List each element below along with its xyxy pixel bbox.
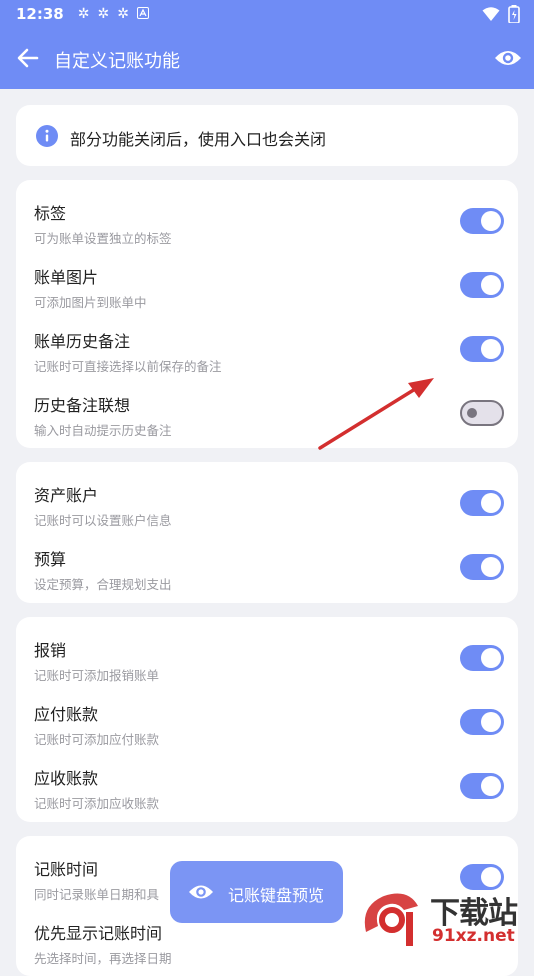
watermark-logo: [364, 893, 418, 946]
setting-title: 预算: [34, 550, 67, 569]
toggle-knob: [481, 211, 501, 231]
setting-subtitle: 记账时可直接选择以前保存的备注: [34, 359, 222, 374]
toggle-switch-on[interactable]: [460, 773, 504, 799]
setting-title: 标签: [34, 204, 67, 223]
status-bar: 12:38 ✲ ✲ ✲: [0, 0, 534, 28]
setting-row-payables[interactable]: 应付账款 记账时可添加应付账款: [16, 687, 518, 751]
gear-icon: ✲: [97, 6, 110, 22]
setting-subtitle: 记账时可添加报销账单: [34, 668, 160, 683]
eye-icon: [189, 885, 213, 899]
setting-title: 历史备注联想: [34, 396, 131, 415]
toggle-switch-off[interactable]: [460, 400, 504, 426]
toggle-knob: [481, 648, 501, 668]
status-time: 12:38: [16, 5, 64, 23]
setting-subtitle: 输入时自动提示历史备注: [34, 423, 172, 438]
watermark-url: 91xz.net: [432, 926, 515, 946]
app-bar: 自定义记账功能: [0, 28, 534, 89]
setting-row-receivables[interactable]: 应收账款 记账时可添加应收账款: [16, 751, 518, 815]
status-right-icons: [482, 5, 520, 23]
setting-subtitle: 先选择时间，再选择日期: [34, 951, 172, 966]
site-watermark: 下载站 91xz.net: [356, 886, 534, 950]
setting-title: 资产账户: [34, 486, 99, 505]
battery-icon: [508, 5, 520, 23]
setting-title: 记账时间: [34, 860, 99, 879]
wifi-icon: [482, 7, 500, 21]
setting-title: 优先显示记账时间: [34, 924, 163, 943]
a-icon: [136, 6, 149, 22]
toggle-switch-on[interactable]: [460, 272, 504, 298]
page-title: 自定义记账功能: [54, 51, 180, 72]
toggle-knob: [481, 557, 501, 577]
setting-subtitle: 设定预算，合理规划支出: [34, 577, 172, 592]
toggle-knob: [481, 339, 501, 359]
setting-subtitle: 同时记录账单日期和具: [34, 887, 160, 902]
toggle-switch-on[interactable]: [460, 336, 504, 362]
toggle-switch-on[interactable]: [460, 208, 504, 234]
toggle-switch-on[interactable]: [460, 554, 504, 580]
setting-title: 应收账款: [34, 769, 99, 788]
notice-card: 部分功能关闭后，使用入口也会关闭: [16, 105, 518, 166]
notice-text: 部分功能关闭后，使用入口也会关闭: [70, 130, 327, 149]
toggle-knob: [467, 408, 477, 418]
gear-icon: ✲: [117, 6, 129, 22]
setting-subtitle: 记账时可添加应收账款: [34, 796, 160, 811]
settings-group-1: 标签 可为账单设置独立的标签 账单图片 可添加图片到账单中 账单历史备注 记账时…: [16, 180, 518, 448]
keyboard-preview-button[interactable]: 记账键盘预览: [170, 861, 343, 923]
toggle-knob: [481, 712, 501, 732]
toggle-knob: [481, 867, 501, 887]
keyboard-preview-label: 记账键盘预览: [228, 886, 325, 905]
info-icon: [36, 125, 58, 147]
setting-row-asset-account[interactable]: 资产账户 记账时可以设置账户信息: [16, 468, 518, 532]
setting-title: 账单历史备注: [34, 332, 131, 351]
status-notification-icons: ✲ ✲ ✲: [77, 6, 149, 22]
setting-subtitle: 记账时可以设置账户信息: [34, 513, 172, 528]
back-arrow-icon[interactable]: [14, 44, 42, 72]
setting-title: 应付账款: [34, 705, 99, 724]
toggle-knob: [481, 275, 501, 295]
setting-row-reimbursement[interactable]: 报销 记账时可添加报销账单: [16, 623, 518, 687]
toggle-knob: [481, 493, 501, 513]
setting-title: 报销: [34, 641, 67, 660]
toggle-knob: [481, 776, 501, 796]
setting-subtitle: 记账时可添加应付账款: [34, 732, 160, 747]
gear-icon: ✲: [77, 6, 90, 22]
setting-row-note-suggestion[interactable]: 历史备注联想 输入时自动提示历史备注: [16, 378, 518, 442]
setting-row-budget[interactable]: 预算 设定预算，合理规划支出: [16, 532, 518, 596]
toggle-switch-on[interactable]: [460, 645, 504, 671]
setting-row-tags[interactable]: 标签 可为账单设置独立的标签: [16, 186, 518, 250]
settings-group-3: 报销 记账时可添加报销账单 应付账款 记账时可添加应付账款 应收账款 记账时可添…: [16, 617, 518, 822]
setting-subtitle: 可为账单设置独立的标签: [34, 231, 172, 246]
setting-row-history-notes[interactable]: 账单历史备注 记账时可直接选择以前保存的备注: [16, 314, 518, 378]
toggle-switch-on[interactable]: [460, 709, 504, 735]
toggle-switch-on[interactable]: [460, 490, 504, 516]
setting-subtitle: 可添加图片到账单中: [34, 295, 147, 310]
setting-title: 账单图片: [34, 268, 99, 287]
setting-row-bill-image[interactable]: 账单图片 可添加图片到账单中: [16, 250, 518, 314]
settings-group-2: 资产账户 记账时可以设置账户信息 预算 设定预算，合理规划支出: [16, 462, 518, 603]
eye-icon[interactable]: [494, 46, 522, 70]
